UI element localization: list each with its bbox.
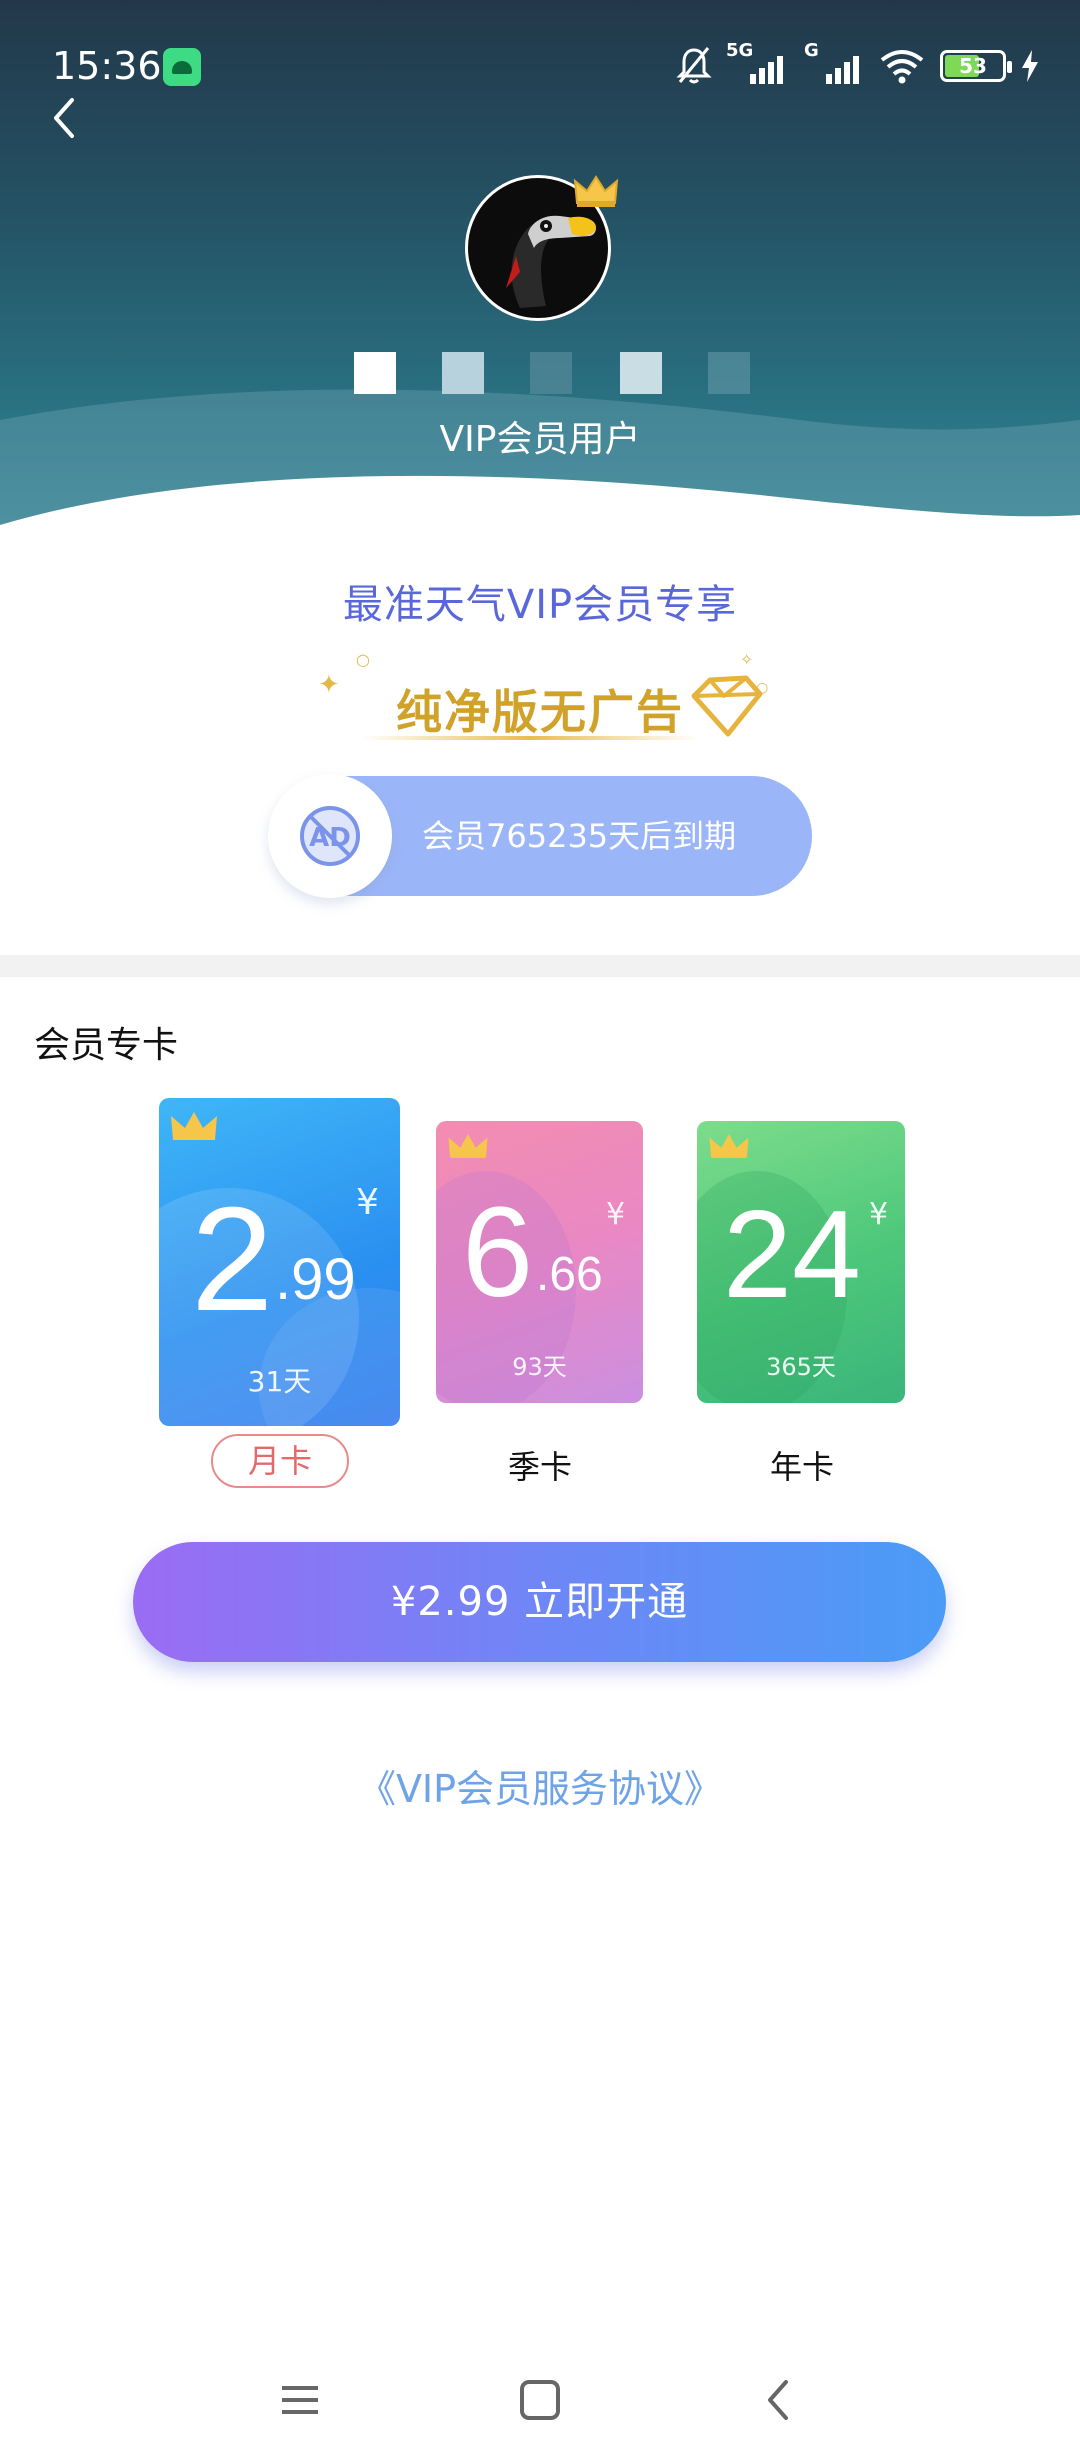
price-integer: 6 bbox=[462, 1181, 534, 1324]
avatar[interactable] bbox=[465, 175, 619, 325]
menu-icon[interactable] bbox=[270, 2370, 330, 2430]
subscribe-button[interactable]: ¥2.99 立即开通 bbox=[133, 1542, 946, 1662]
section-divider bbox=[0, 955, 1080, 977]
android-app-icon bbox=[163, 48, 201, 86]
crown-icon bbox=[709, 1134, 749, 1158]
card-label-annual[interactable]: 年卡 bbox=[732, 1442, 872, 1488]
crown-icon bbox=[573, 175, 619, 207]
battery-level: 53 bbox=[959, 54, 987, 78]
wifi-icon bbox=[880, 50, 924, 84]
benefit-underline bbox=[360, 736, 700, 740]
crown-icon bbox=[171, 1112, 217, 1140]
profile-header: 15:36 5G G 53 VIP会员用户 bbox=[0, 0, 1080, 560]
vip-agreement-link[interactable]: 《VIP会员服务协议》 bbox=[0, 1758, 1080, 1813]
price-decimal: .66 bbox=[536, 1248, 603, 1301]
card-quarterly[interactable]: ¥ 6 .66 93天 bbox=[436, 1121, 643, 1403]
home-icon[interactable] bbox=[510, 2370, 570, 2430]
no-ads-benefit: 纯净版无广告 bbox=[396, 685, 684, 739]
price-integer: 24 bbox=[723, 1186, 861, 1324]
section-title: 会员专卡 bbox=[34, 1025, 179, 1066]
card-annual[interactable]: ¥ 24 365天 bbox=[697, 1121, 905, 1403]
currency-symbol: ¥ bbox=[869, 1197, 889, 1232]
price-decimal: .99 bbox=[275, 1247, 356, 1312]
currency-symbol: ¥ bbox=[606, 1197, 626, 1232]
no-ad-badge: AD bbox=[268, 774, 392, 898]
card-label-monthly[interactable]: 月卡 bbox=[211, 1434, 349, 1488]
status-bar: 15:36 5G G 53 bbox=[0, 0, 1080, 120]
charging-icon bbox=[1022, 50, 1038, 82]
no-ad-icon: AD bbox=[300, 806, 360, 866]
card-days: 31天 bbox=[247, 1365, 312, 1398]
vip-intro-title: 最准天气VIP会员专享 bbox=[342, 582, 738, 628]
mute-bell-icon bbox=[676, 47, 712, 84]
card-days: 365天 bbox=[766, 1353, 836, 1381]
user-level-label: VIP会员用户 bbox=[439, 419, 641, 460]
currency-symbol: ¥ bbox=[356, 1182, 379, 1223]
status-time: 15:36 bbox=[52, 44, 162, 88]
gem-icon bbox=[691, 675, 763, 737]
signal-g-icon: G bbox=[802, 40, 864, 86]
price-integer: 2 bbox=[191, 1177, 274, 1342]
crown-icon bbox=[448, 1134, 488, 1158]
card-monthly[interactable]: ¥ 2 .99 31天 bbox=[159, 1098, 400, 1426]
sparkle-icon: ○ bbox=[356, 650, 370, 669]
card-label-quarterly[interactable]: 季卡 bbox=[470, 1442, 610, 1488]
expire-text: 会员765235天后到期 bbox=[422, 817, 737, 855]
system-nav-bar bbox=[0, 2340, 1080, 2460]
battery-icon: 53 bbox=[940, 50, 1012, 82]
back-arrow-icon[interactable] bbox=[40, 90, 96, 146]
signal-5g-icon: 5G bbox=[726, 40, 788, 86]
card-days: 93天 bbox=[512, 1353, 567, 1381]
nav-back-icon[interactable] bbox=[750, 2370, 810, 2430]
membership-expire-banner: AD 会员765235天后到期 bbox=[268, 774, 812, 906]
sparkle-icon: ✧ bbox=[740, 650, 754, 669]
username-redacted bbox=[290, 340, 810, 410]
status-indicators: 5G G 53 bbox=[676, 40, 1040, 88]
